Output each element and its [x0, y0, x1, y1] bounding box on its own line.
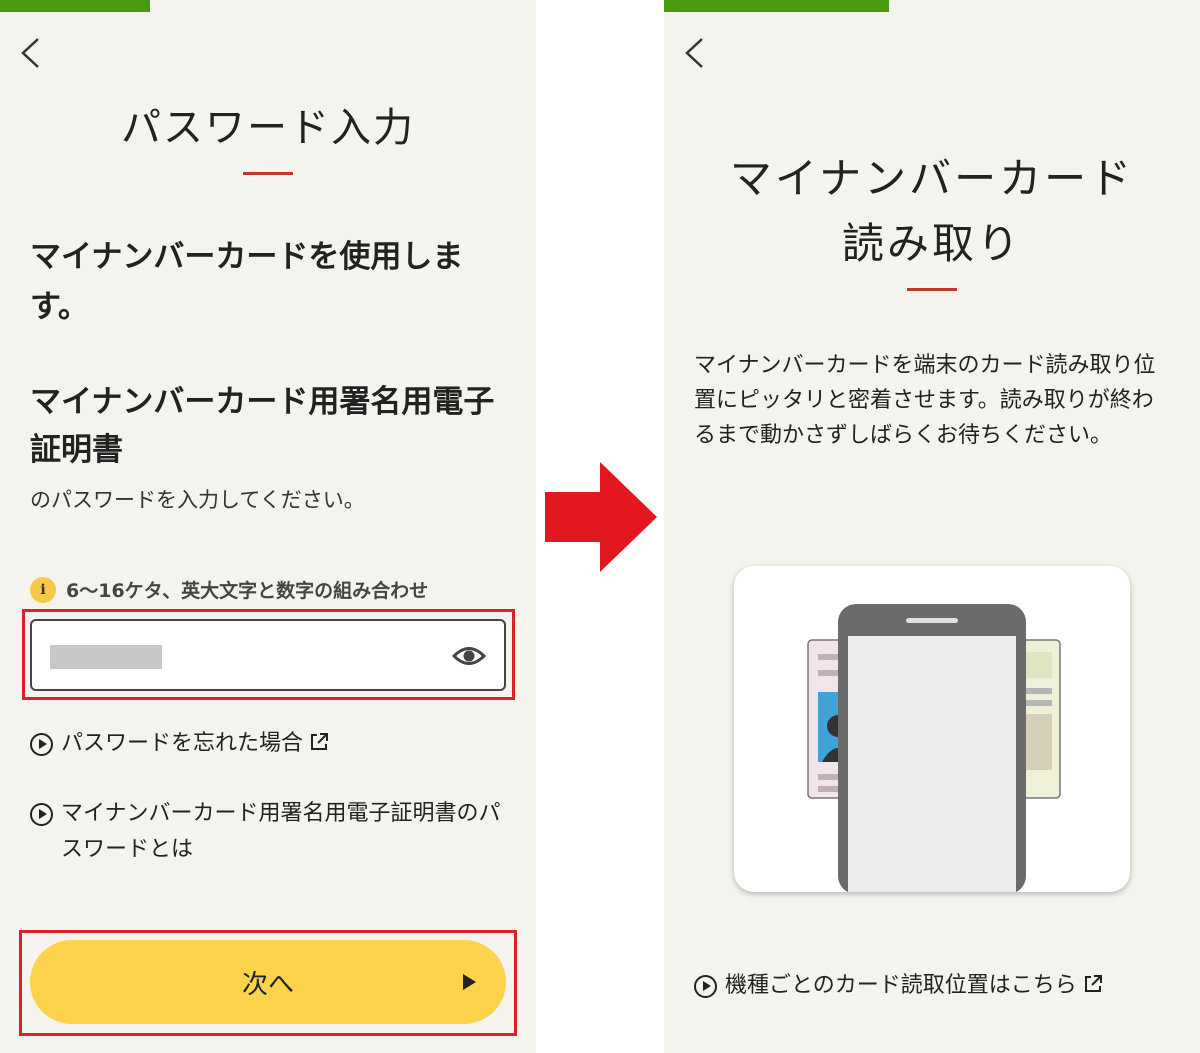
- password-about-link[interactable]: マイナンバーカード用署名用電子証明書のパスワードとは: [30, 796, 510, 868]
- password-input-screen: パスワード入力 マイナンバーカードを使用します。 マイナンバーカード用署名用電子…: [0, 0, 536, 1053]
- card-position-label: 機種ごとのカード読取位置はこちら: [725, 973, 1077, 998]
- play-circle-icon: [694, 975, 717, 998]
- page-title-line1: マイナンバーカード: [729, 154, 1135, 203]
- right-arrow-icon: [545, 462, 657, 572]
- input-highlight-box: [22, 609, 515, 700]
- play-circle-icon: [30, 803, 53, 826]
- title-divider: [907, 288, 957, 291]
- instruction-text: のパスワードを入力してください。: [30, 488, 365, 512]
- phone-card-illustration: [734, 566, 1130, 892]
- progress-bar: [0, 0, 151, 12]
- external-link-icon: [1084, 975, 1102, 992]
- chevron-left-icon: [21, 38, 39, 68]
- chevron-left-icon: [685, 38, 703, 68]
- reading-instructions: マイナンバーカードを端末のカード読み取り位置にピッタリと密着させます。読み取りが…: [694, 353, 1156, 448]
- info-icon: i: [30, 576, 56, 603]
- card-position-link[interactable]: 機種ごとのカード読取位置はこちら: [694, 968, 1103, 1004]
- card-reading-screen: マイナンバーカード 読み取り マイナンバーカードを端末のカード読み取り位置にピッ…: [664, 0, 1200, 1053]
- page-title-line2: 読み取り: [841, 219, 1022, 268]
- lead-text: マイナンバーカードを使用します。: [30, 239, 464, 325]
- back-button[interactable]: [676, 32, 716, 72]
- page-title: パスワード入力: [121, 105, 415, 151]
- hint-text: 6〜16ケタ、英大文字と数字の組み合わせ: [66, 580, 429, 602]
- next-highlight-box: [19, 930, 517, 1036]
- certificate-name: マイナンバーカード用署名用電子証明書: [30, 384, 495, 468]
- external-link-icon: [311, 733, 329, 750]
- forgot-password-link[interactable]: パスワードを忘れた場合: [30, 726, 329, 762]
- password-about-label: マイナンバーカード用署名用電子証明書のパスワードとは: [61, 801, 501, 862]
- play-circle-icon: [30, 733, 53, 756]
- back-button[interactable]: [12, 32, 52, 72]
- title-divider: [243, 172, 293, 175]
- password-hint: i 6〜16ケタ、英大文字と数字の組み合わせ: [30, 576, 428, 603]
- forgot-password-label: パスワードを忘れた場合: [61, 731, 304, 756]
- progress-bar: [664, 0, 890, 12]
